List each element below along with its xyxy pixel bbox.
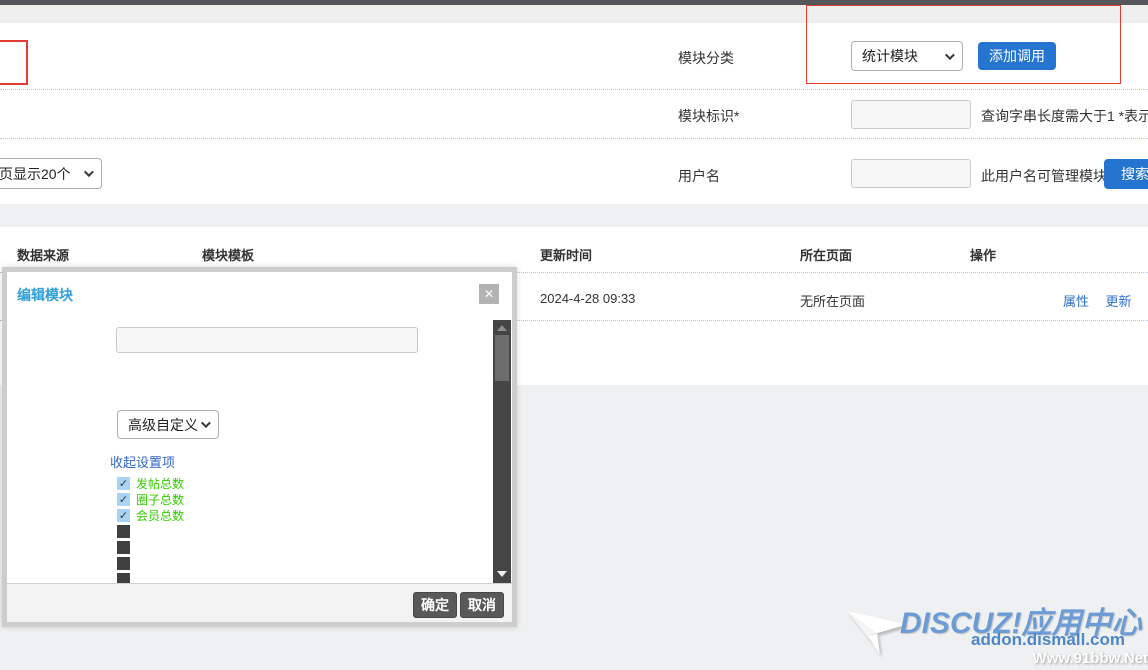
- collapse-settings-link[interactable]: 收起设置项: [110, 452, 175, 471]
- watermark-domain: addon.dismall.com: [971, 630, 1125, 650]
- divider: [0, 89, 1148, 90]
- page: 模块分类 统计模块 添加调用 模块标识* 查询字串长度需大于1 *表示支 用户名…: [0, 0, 1148, 670]
- col-header-data-source: 数据来源: [17, 245, 69, 264]
- checkbox-row: ✓ 会员总数: [117, 507, 184, 523]
- template-select[interactable]: 高级自定义: [117, 410, 219, 439]
- scrollbar-thumb[interactable]: [495, 335, 509, 381]
- col-header-actions: 操作: [970, 245, 996, 264]
- username-note: 此用户名可管理模块: [981, 166, 1107, 186]
- checkbox-row: [117, 523, 184, 539]
- edit-module-dialog: 编辑模块 ✕ 高级自定义 收起设置项 ✓ 发帖总数 ✓ 圈子总数 ✓ 会员总数: [2, 267, 517, 627]
- search-button[interactable]: 搜索: [1104, 159, 1148, 189]
- col-header-module-template: 模块模板: [202, 245, 254, 264]
- checkbox-row: [117, 555, 184, 571]
- module-id-note: 查询字串长度需大于1 *表示支: [981, 106, 1148, 126]
- scroll-up-icon[interactable]: [497, 325, 507, 331]
- checkbox-label: 发帖总数: [136, 475, 184, 492]
- scrollbar[interactable]: [493, 320, 511, 583]
- annotation-box-left: [0, 40, 28, 85]
- chevron-down-icon: [945, 50, 955, 60]
- checkbox-unchecked-icon[interactable]: [117, 525, 130, 538]
- checkbox-list: ✓ 发帖总数 ✓ 圈子总数 ✓ 会员总数: [117, 475, 184, 587]
- username-label: 用户名: [678, 166, 720, 186]
- row-page-cell: 无所在页面: [800, 291, 865, 310]
- template-select-value: 高级自定义: [128, 415, 198, 435]
- module-category-select[interactable]: 统计模块: [851, 41, 963, 71]
- module-category-select-value: 统计模块: [862, 46, 918, 66]
- col-header-updated: 更新时间: [540, 245, 592, 264]
- close-icon[interactable]: ✕: [479, 284, 499, 304]
- checkbox-checked-icon[interactable]: ✓: [117, 477, 130, 490]
- checkbox-checked-icon[interactable]: ✓: [117, 509, 130, 522]
- module-id-label: 模块标识*: [678, 106, 739, 126]
- per-page-select-value: 每页显示20个: [0, 164, 71, 184]
- module-category-label: 模块分类: [678, 48, 734, 68]
- checkbox-row: ✓ 发帖总数: [117, 475, 184, 491]
- divider: [0, 138, 1148, 139]
- dialog-footer: 确定 取消: [7, 583, 512, 622]
- action-link-update[interactable]: 更新: [1105, 294, 1131, 309]
- add-call-button[interactable]: 添加调用: [978, 42, 1056, 70]
- watermark-site: Www.91bbw.Net: [1032, 650, 1148, 667]
- row-updated-time: 2024-4-28 09:33: [540, 291, 635, 306]
- dialog-title: 编辑模块: [17, 285, 73, 305]
- row-actions: 属性 更新 数据: [1063, 291, 1148, 311]
- checkbox-label: 会员总数: [136, 507, 184, 524]
- module-name-input[interactable]: [116, 327, 418, 353]
- module-id-input[interactable]: [851, 100, 971, 129]
- username-input[interactable]: [851, 159, 971, 188]
- checkbox-label: 圈子总数: [136, 491, 184, 508]
- chevron-down-icon: [84, 167, 94, 177]
- checkbox-checked-icon[interactable]: ✓: [117, 493, 130, 506]
- checkbox-row: [117, 539, 184, 555]
- action-link-properties[interactable]: 属性: [1063, 294, 1089, 309]
- checkbox-row: ✓ 圈子总数: [117, 491, 184, 507]
- col-header-page: 所在页面: [800, 245, 852, 264]
- chevron-down-icon: [201, 418, 211, 428]
- checkbox-unchecked-icon[interactable]: [117, 557, 130, 570]
- per-page-select[interactable]: 每页显示20个: [0, 158, 102, 189]
- cancel-button[interactable]: 取消: [460, 592, 504, 618]
- confirm-button[interactable]: 确定: [413, 592, 457, 618]
- checkbox-unchecked-icon[interactable]: [117, 541, 130, 554]
- scroll-down-icon[interactable]: [497, 571, 507, 577]
